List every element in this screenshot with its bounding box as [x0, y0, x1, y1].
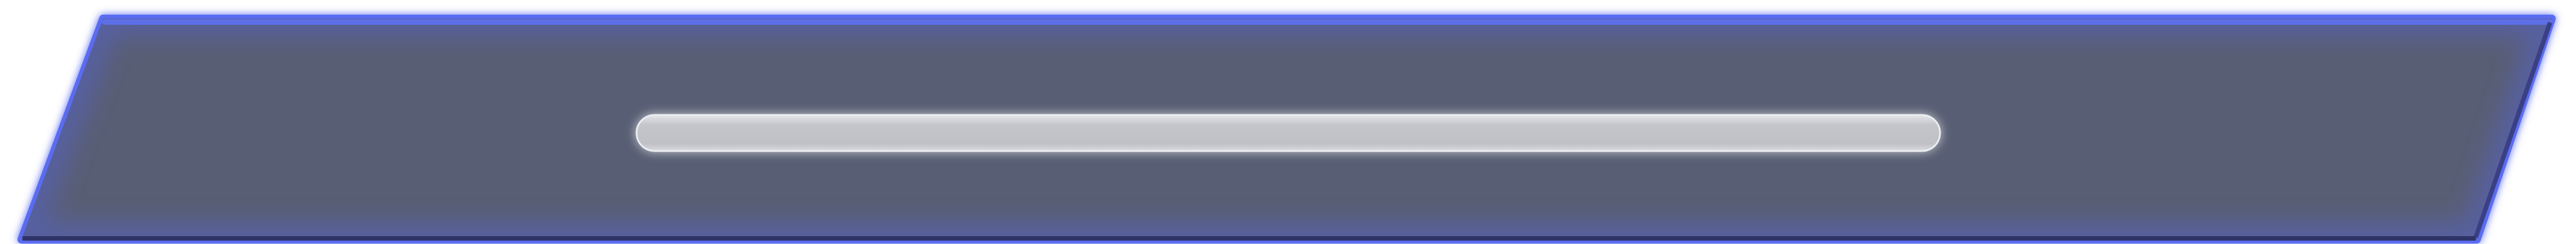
- banner-panel-graphic: [17, 15, 2556, 243]
- banner-panel: [0, 0, 2576, 244]
- empty-slot-bar: [635, 114, 1941, 152]
